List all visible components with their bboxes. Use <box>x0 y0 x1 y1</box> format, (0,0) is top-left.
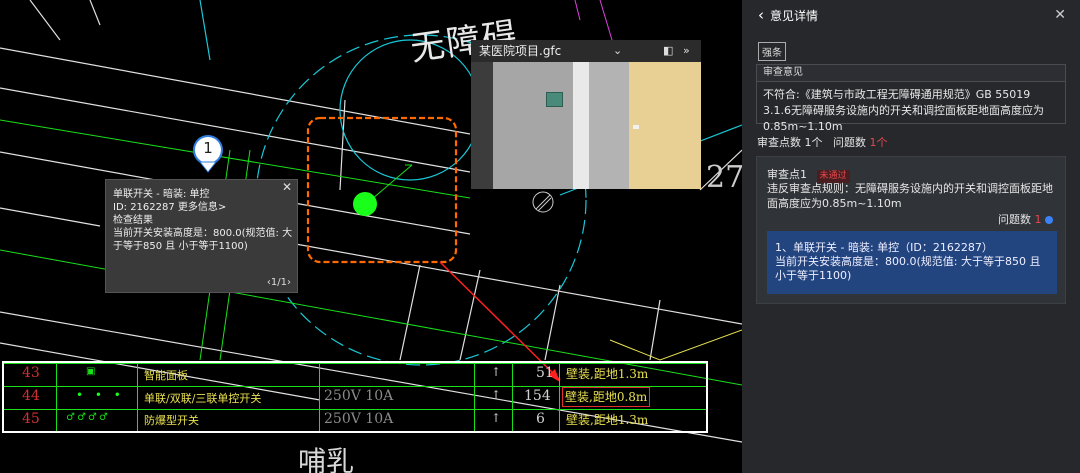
tooltip-id-link[interactable]: ID: 2162287 更多信息> <box>113 201 291 214</box>
panel-title: 意见详情 <box>770 9 819 23</box>
row-install-highlight: 壁装,距地0.8m <box>562 387 650 407</box>
up-arrow-icon: ↑ <box>491 388 502 402</box>
explosion-proof-symbols-icon: ♂♂♂♂ <box>66 412 110 423</box>
table-row: 44 • • • 单联/双联/三联单控开关 250V 10A ↑ 154 壁装,… <box>4 386 706 409</box>
row-number: 44 <box>22 388 40 404</box>
cad-label-nursing: 哺乳 <box>298 445 355 473</box>
model-viewer[interactable]: 某医院项目.gfc ⌄ ◧ » <box>471 40 701 189</box>
check-point-rule: 违反审查点规则：无障碍服务设施内的开关和调控面板距地面高度应为0.85m~1.1… <box>767 182 1053 210</box>
table-row: 45 ♂♂♂♂ 防爆型开关 250V 10A ↑ 6 壁装,距地1.3m <box>4 409 706 432</box>
row-height: 154 <box>524 388 551 404</box>
row-number: 45 <box>22 411 40 427</box>
issue-marker-number[interactable]: 1 <box>196 139 220 157</box>
issue-item[interactable]: 1、单联开关 - 暗装: 单控（ID：2162287） 当前开关安装高度是：80… <box>767 231 1057 294</box>
model-render <box>471 62 701 189</box>
wall-switch <box>546 92 563 107</box>
row-name: 智能面板 <box>144 369 188 382</box>
toggle-dot-icon[interactable] <box>1045 216 1053 224</box>
tooltip-pager-text: 1/1 <box>270 277 287 288</box>
issues-count: 1个 <box>869 136 888 149</box>
counts-row: 审查点数 1个 问题数 1个 <box>757 134 888 150</box>
row-height: 51 <box>536 365 554 381</box>
row-spec: 250V 10A <box>324 411 394 427</box>
row-height: 6 <box>536 411 545 427</box>
points-count: 审查点数 1个 <box>757 136 823 149</box>
chevron-down-icon[interactable]: ⌄ <box>613 40 622 62</box>
mandatory-tag: 强条 <box>758 42 786 61</box>
question-count-label: 问题数 <box>998 213 1031 226</box>
tooltip-result-label: 检查结果 <box>113 215 153 226</box>
expand-icon[interactable]: » <box>683 40 690 62</box>
smart-panel-icon: ▣ <box>86 366 96 377</box>
row-number: 43 <box>22 365 40 381</box>
issues-label: 问题数 <box>833 136 866 149</box>
check-point-name: 审查点1 <box>767 168 807 181</box>
opinion-box: 审查意见 不符合:《建筑与市政工程无障碍通用规范》GB 55019 3.1.6无… <box>756 64 1066 133</box>
viewer-title: 某医院项目.gfc <box>479 44 562 58</box>
question-count[interactable]: 问题数 1 <box>998 211 1053 227</box>
issue-title: 1、单联开关 - 暗装: 单控（ID：2162287） <box>775 241 993 254</box>
row-name: 单联/双联/三联单控开关 <box>144 392 262 405</box>
panel-toggle-icon[interactable]: ◧ <box>663 40 673 62</box>
legend-table: 43 ▣ 智能面板 ↑ 51 壁装,距地1.3m 44 • • • 单联/双联/… <box>2 361 708 433</box>
panel-close-button[interactable]: ✕ <box>1054 0 1066 30</box>
row-install: 壁装,距地1.3m <box>566 413 649 427</box>
check-point-card[interactable]: 审查点1 未通过 违反审查点规则：无障碍服务设施内的开关和调控面板距地面高度应为… <box>756 156 1066 304</box>
question-count-value: 1 <box>1034 213 1042 226</box>
opinion-text: 不符合:《建筑与市政工程无障碍通用规范》GB 55019 3.1.6无障碍服务设… <box>763 88 1044 133</box>
tooltip-result-text: 当前开关安装高度是：800.0(规范值: 大于等于850 且 小于等于1100) <box>113 228 293 252</box>
switch-marker-dot <box>353 192 377 216</box>
issue-detail: 当前开关安装高度是：800.0(规范值: 大于等于850 且 小于等于1100) <box>775 255 1041 282</box>
cad-canvas[interactable]: 无障碍 哺乳 27 1 ✕ 单联开关 - 暗装: 单控 ID: 2162287 … <box>0 0 742 473</box>
opinion-detail-panel: ‹ 意见详情 ✕ 强条 审查意见 不符合:《建筑与市政工程无障碍通用规范》GB 5… <box>742 0 1080 473</box>
cad-label-number: 27 <box>706 160 742 195</box>
issue-tooltip: ✕ 单联开关 - 暗装: 单控 ID: 2162287 更多信息> 检查结果 当… <box>105 179 298 293</box>
up-arrow-icon: ↑ <box>491 411 502 425</box>
table-row: 43 ▣ 智能面板 ↑ 51 壁装,距地1.3m <box>4 363 706 386</box>
switch-symbols-icon: • • • <box>76 388 125 402</box>
panel-header: ‹ 意见详情 ✕ <box>742 0 1080 30</box>
row-spec: 250V 10A <box>324 388 394 404</box>
tooltip-close-button[interactable]: ✕ <box>282 181 292 194</box>
tooltip-pager[interactable]: ‹1/1› <box>267 276 291 289</box>
up-arrow-icon: ↑ <box>491 365 502 379</box>
tooltip-component: 单联开关 - 暗装: 单控 <box>113 189 210 200</box>
back-icon[interactable]: ‹ <box>758 6 764 24</box>
row-name: 防爆型开关 <box>144 414 199 427</box>
viewer-titlebar: 某医院项目.gfc ⌄ ◧ » <box>471 40 701 62</box>
row-install: 壁装,距地1.3m <box>566 367 649 381</box>
opinion-title: 审查意见 <box>757 65 1065 82</box>
